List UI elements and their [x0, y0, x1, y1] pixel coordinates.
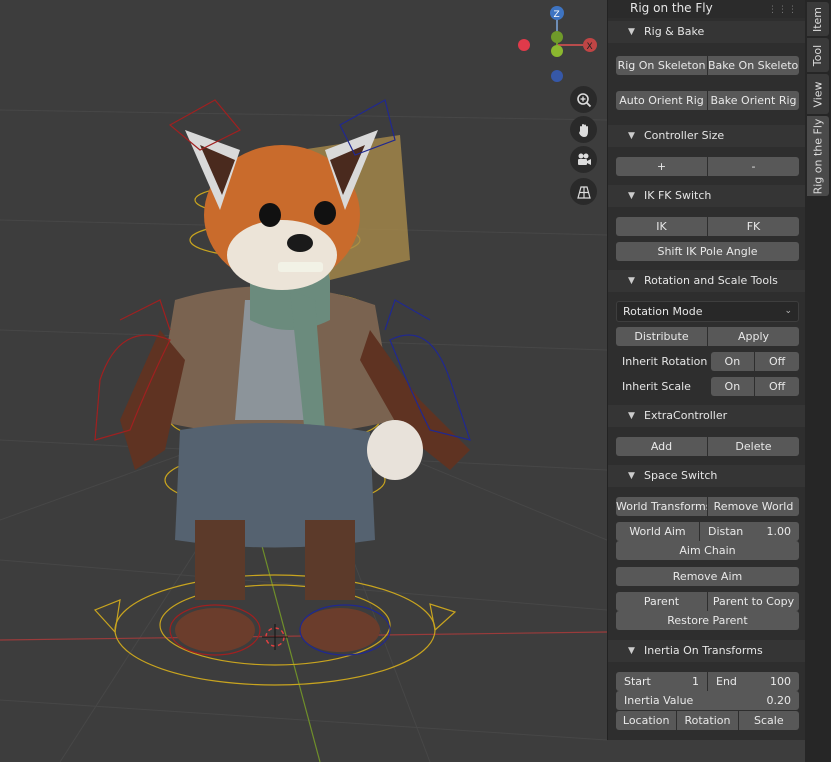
add-controller-button[interactable]: Add: [616, 437, 708, 456]
zoom-icon[interactable]: [570, 86, 597, 113]
tab-view-label: View: [811, 80, 825, 108]
distance-value: 1.00: [766, 525, 792, 538]
rotation-mode-select[interactable]: Rotation Mode ⌄: [616, 301, 799, 322]
delete-controller-button[interactable]: Delete: [708, 437, 799, 456]
distribute-button[interactable]: Distribute: [616, 327, 708, 346]
tab-rig-on-the-fly[interactable]: Rig on the Fly: [807, 116, 829, 196]
section-space-switch[interactable]: ▼ Space Switch: [608, 465, 806, 487]
auto-orient-rig-button[interactable]: Auto Orient Rig: [616, 91, 708, 110]
tab-view[interactable]: View: [807, 74, 829, 114]
drag-handle-icon[interactable]: ⋮⋮⋮: [768, 2, 798, 18]
bake-on-skeleton-button[interactable]: Bake On Skeleton: [708, 56, 799, 75]
panel-title: Rig on the Fly ⋮⋮⋮: [608, 0, 806, 18]
end-frame-field[interactable]: End 100: [708, 672, 799, 691]
hand-icon[interactable]: [570, 116, 597, 143]
world-transforms-button[interactable]: World Transforms: [616, 497, 708, 516]
end-label: End: [716, 675, 737, 688]
inherit-rotation-on-button[interactable]: On: [710, 352, 756, 371]
distance-label: Distan: [708, 525, 744, 538]
aim-chain-button[interactable]: Aim Chain: [616, 541, 799, 560]
section-controller-size-label: Controller Size: [644, 129, 725, 142]
chevron-down-icon: ⌄: [784, 306, 792, 316]
tab-rig-on-the-fly-label: Rig on the Fly: [811, 118, 825, 194]
gizmo-x-label: X: [587, 42, 593, 52]
distance-field[interactable]: Distan 1.00: [700, 522, 799, 541]
section-space-switch-label: Space Switch: [644, 469, 718, 482]
section-rotation-scale[interactable]: ▼ Rotation and Scale Tools: [608, 270, 806, 292]
section-ik-fk-label: IK FK Switch: [644, 189, 712, 202]
viewport-bottom-strip: [607, 740, 805, 762]
inherit-rotation-label: Inherit Rotation: [622, 355, 708, 368]
tab-item[interactable]: Item: [807, 2, 829, 36]
inherit-rotation-off-button[interactable]: Off: [755, 352, 799, 371]
section-controller-size[interactable]: ▼ Controller Size: [608, 125, 806, 147]
collapse-arrow-icon: ▼: [628, 191, 635, 201]
grid-icon[interactable]: [570, 178, 597, 205]
controller-size-plus-button[interactable]: +: [616, 157, 708, 176]
parent-button[interactable]: Parent: [616, 592, 708, 611]
section-rig-bake-label: Rig & Bake: [644, 25, 705, 38]
world-aim-button[interactable]: World Aim: [616, 522, 700, 541]
shift-ik-pole-angle-button[interactable]: Shift IK Pole Angle: [616, 242, 799, 261]
section-extra-controller[interactable]: ▼ ExtraController: [608, 405, 806, 427]
restore-parent-button[interactable]: Restore Parent: [616, 611, 799, 630]
bake-orient-rig-button[interactable]: Bake Orient Rig: [708, 91, 799, 110]
start-label: Start: [624, 675, 651, 688]
section-inertia[interactable]: ▼ Inertia On Transforms: [608, 640, 806, 662]
rotation-mode-value: Rotation Mode: [623, 305, 703, 318]
rig-on-the-fly-panel: Rig on the Fly ⋮⋮⋮ ▼ Rig & Bake Rig On S…: [607, 0, 806, 740]
inertia-location-button[interactable]: Location: [616, 711, 678, 730]
inertia-value: 0.20: [766, 694, 792, 707]
remove-aim-button[interactable]: Remove Aim: [616, 567, 799, 586]
controller-size-minus-button[interactable]: -: [708, 157, 799, 176]
end-value: 100: [770, 675, 791, 688]
tab-tool-label: Tool: [811, 44, 825, 66]
axis-gizmo[interactable]: Z X: [510, 0, 600, 90]
inherit-scale-on-button[interactable]: On: [710, 377, 756, 396]
collapse-arrow-icon: ▼: [628, 646, 635, 656]
parent-to-copy-button[interactable]: Parent to Copy: [708, 592, 799, 611]
tab-tool[interactable]: Tool: [807, 38, 829, 72]
start-frame-field[interactable]: Start 1: [616, 672, 708, 691]
section-ik-fk[interactable]: ▼ IK FK Switch: [608, 185, 806, 207]
inertia-value-label: Inertia Value: [624, 694, 694, 707]
collapse-arrow-icon: ▼: [628, 131, 635, 141]
inertia-scale-button[interactable]: Scale: [738, 711, 799, 730]
viewport-scene: [0, 99, 607, 762]
rig-on-skeleton-button[interactable]: Rig On Skeleton: [616, 56, 708, 75]
collapse-arrow-icon: ▼: [628, 27, 635, 37]
section-inertia-label: Inertia On Transforms: [644, 644, 763, 657]
panel-title-text: Rig on the Fly: [630, 1, 713, 15]
sidebar-tabs: Item Tool View Rig on the Fly: [805, 0, 831, 762]
apply-button[interactable]: Apply: [708, 327, 799, 346]
section-rig-bake[interactable]: ▼ Rig & Bake: [608, 21, 806, 43]
gizmo-z-label: Z: [554, 10, 560, 20]
inertia-rotation-button[interactable]: Rotation: [677, 711, 739, 730]
tab-item-label: Item: [811, 6, 825, 32]
start-value: 1: [692, 675, 699, 688]
collapse-arrow-icon: ▼: [628, 411, 635, 421]
3d-viewport[interactable]: Z X: [0, 0, 607, 762]
fk-button[interactable]: FK: [708, 217, 799, 236]
section-rotation-scale-label: Rotation and Scale Tools: [644, 274, 778, 287]
inherit-scale-label: Inherit Scale: [622, 380, 691, 393]
section-extra-controller-label: ExtraController: [644, 409, 728, 422]
remove-world-button[interactable]: Remove World: [708, 497, 799, 516]
collapse-arrow-icon: ▼: [628, 471, 635, 481]
inherit-scale-off-button[interactable]: Off: [755, 377, 799, 396]
collapse-arrow-icon: ▼: [628, 276, 635, 286]
ik-button[interactable]: IK: [616, 217, 708, 236]
camera-icon[interactable]: [570, 146, 597, 173]
inertia-value-field[interactable]: Inertia Value 0.20: [616, 691, 799, 710]
